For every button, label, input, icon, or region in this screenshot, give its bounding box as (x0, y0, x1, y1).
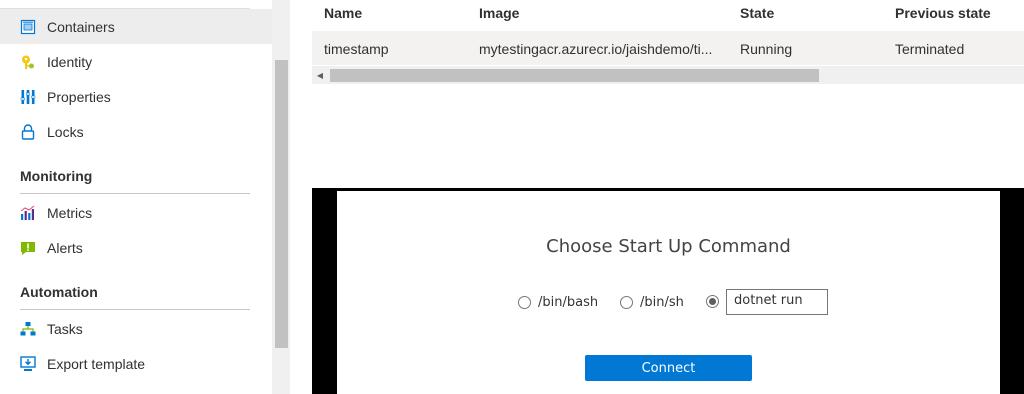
sidebar-item-metrics[interactable]: Metrics (0, 195, 272, 230)
radio-label: /bin/sh (640, 295, 684, 310)
sidebar-item-locks[interactable]: Locks (0, 114, 272, 149)
portal-view: Containers Identity Properties Locks Mon… (0, 0, 1024, 394)
export-template-icon (20, 355, 36, 372)
sidebar-item-label: Export template (47, 355, 146, 372)
identity-key-icon (20, 54, 36, 70)
sidebar-item-alerts[interactable]: Alerts (0, 230, 272, 265)
sidebar-item-label: Tasks (47, 320, 83, 337)
sidebar-item-label: Metrics (47, 204, 93, 221)
cell-previous-state: Terminated (895, 41, 965, 57)
column-header-previous-state[interactable]: Previous state (895, 5, 991, 21)
alert-icon (20, 240, 36, 256)
lock-icon (20, 123, 36, 140)
option-bin-bash[interactable]: /bin/bash (518, 295, 598, 310)
section-title-automation: Automation (20, 284, 98, 300)
radio-bin-bash[interactable] (518, 296, 531, 309)
sidebar-item-label: Alerts (47, 239, 83, 256)
option-custom[interactable] (706, 295, 719, 308)
section-divider (20, 193, 250, 194)
column-header-image[interactable]: Image (479, 5, 519, 21)
startup-command-dialog: Choose Start Up Command /bin/bash /bin/s… (337, 191, 1000, 394)
section-divider (20, 309, 250, 310)
section-title-monitoring: Monitoring (20, 168, 93, 184)
scroll-left-arrow-icon[interactable]: ◀ (312, 66, 328, 84)
column-header-name[interactable]: Name (324, 5, 362, 21)
sidebar-item-label: Identity (47, 53, 93, 70)
cell-name: timestamp (324, 41, 389, 57)
custom-command-input[interactable]: dotnet run (726, 289, 828, 315)
sidebar-item-identity[interactable]: Identity (0, 44, 272, 79)
dialog-title: Choose Start Up Command (546, 236, 791, 257)
sidebar-scrollbar-thumb[interactable] (275, 60, 288, 348)
sidebar-item-properties[interactable]: Properties (0, 79, 272, 114)
cell-image: mytestingacr.azurecr.io/jaishdemo/ti... (479, 41, 713, 57)
connect-button[interactable]: Connect (585, 355, 752, 381)
table-scrollbar-thumb[interactable] (330, 69, 819, 82)
tasks-icon (20, 321, 36, 337)
sidebar-item-label: Locks (47, 123, 84, 140)
sidebar-item-export-template[interactable]: Export template (0, 346, 272, 381)
sidebar-item-label: Properties (47, 88, 111, 105)
sidebar-item-containers[interactable]: Containers (0, 9, 272, 44)
containers-icon (20, 19, 36, 35)
option-bin-sh[interactable]: /bin/sh (620, 295, 684, 310)
cell-state: Running (740, 41, 793, 57)
sidebar-item-label: Containers (47, 18, 115, 35)
radio-bin-sh[interactable] (620, 296, 633, 309)
column-header-state[interactable]: State (740, 5, 774, 21)
sidebar: Containers Identity Properties Locks Mon… (0, 0, 272, 394)
radio-label: /bin/bash (538, 295, 599, 310)
table-horizontal-scrollbar[interactable]: ◀ (312, 66, 1024, 84)
sidebar-item-tasks[interactable]: Tasks (0, 311, 272, 346)
metrics-chart-icon (20, 205, 36, 221)
console-panel: Choose Start Up Command /bin/bash /bin/s… (312, 188, 1024, 394)
properties-icon (20, 89, 36, 105)
radio-custom[interactable] (706, 295, 719, 308)
